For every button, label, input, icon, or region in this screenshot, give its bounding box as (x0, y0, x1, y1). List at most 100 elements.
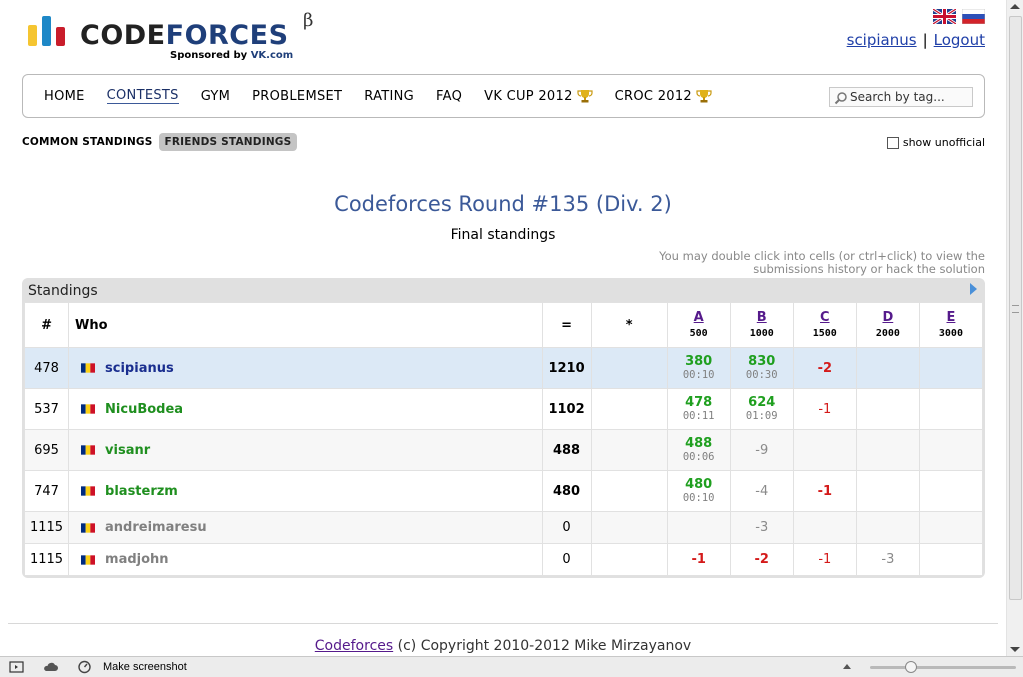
problem-cell[interactable]: -1 (666, 543, 731, 576)
english-flag-icon[interactable] (933, 9, 956, 24)
make-screenshot-button[interactable]: Make screenshot (103, 661, 187, 673)
vertical-scrollbar[interactable] (1006, 0, 1023, 656)
russian-flag-icon[interactable] (962, 9, 985, 24)
hacks-cell[interactable] (590, 429, 668, 471)
romania-flag-icon (81, 404, 96, 414)
show-unofficial-toggle[interactable]: show unofficial (886, 136, 985, 149)
menu-item-croc[interactable]: CROC 2012 (615, 88, 712, 104)
menu-item-faq[interactable]: FAQ (436, 88, 462, 104)
problem-cell[interactable]: -9 (729, 429, 794, 471)
problem-cell[interactable] (666, 511, 731, 544)
hacks-cell[interactable] (590, 470, 668, 512)
header-points: = (541, 302, 592, 348)
problem-cell[interactable] (855, 347, 920, 389)
problem-cell[interactable]: 478 00:11 (666, 388, 731, 430)
problem-time: 00:10 (682, 492, 715, 504)
problem-cell[interactable]: 488 00:06 (666, 429, 731, 471)
logout-link[interactable]: Logout (934, 31, 985, 49)
browser-page: CODEFORCES β Sponsored by VK.com scipian… (0, 0, 1023, 677)
problem-cell[interactable]: 380 00:10 (666, 347, 731, 389)
points-cell: 480 (541, 470, 592, 512)
problem-cell[interactable]: -1 (792, 543, 857, 576)
problem-cell[interactable]: 480 00:10 (666, 470, 731, 512)
problem-score: 488 (685, 436, 713, 451)
trophy-icon (696, 90, 712, 103)
codeforces-logo[interactable]: CODEFORCES β Sponsored by VK.com (26, 10, 326, 64)
problem-cell[interactable]: -2 (729, 543, 794, 576)
problem-cell[interactable] (855, 511, 920, 544)
show-unofficial-label: show unofficial (902, 136, 985, 149)
problem-cell[interactable]: -4 (729, 470, 794, 512)
problem-cell[interactable]: 830 00:30 (729, 347, 794, 389)
contest-title[interactable]: Codeforces Round #135 (Div. 2) (0, 192, 1006, 216)
problem-a-link[interactable]: A (694, 310, 704, 325)
participant-handle[interactable]: blasterzm (105, 484, 178, 499)
panel-toggle-icon[interactable] (9, 660, 24, 674)
problem-time: 00:30 (745, 369, 778, 381)
zoom-slider-track[interactable] (870, 666, 1016, 669)
problem-cell[interactable] (918, 543, 984, 576)
problem-cell[interactable] (918, 511, 984, 544)
problem-cell[interactable]: -3 (729, 511, 794, 544)
menu-item-home[interactable]: HOME (44, 88, 85, 104)
problem-cell[interactable] (918, 388, 984, 430)
hacks-cell[interactable] (590, 543, 668, 576)
problem-cell[interactable]: -2 (792, 347, 857, 389)
scroll-up-icon[interactable] (1010, 4, 1020, 9)
problem-c-link[interactable]: C (820, 310, 830, 325)
problem-cell[interactable]: -3 (855, 543, 920, 576)
zoom-menu-icon[interactable] (843, 664, 851, 669)
hacks-cell[interactable] (590, 511, 668, 544)
participant-handle[interactable]: visanr (105, 443, 150, 458)
scroll-down-icon[interactable] (1010, 647, 1020, 652)
footer-codeforces-link[interactable]: Codeforces (315, 638, 393, 654)
participant-handle[interactable]: NicuBodea (105, 402, 183, 417)
rank-cell: 478 (23, 347, 70, 389)
problem-cell[interactable] (792, 429, 857, 471)
hacks-cell[interactable] (590, 347, 668, 389)
footer: Codeforces (c) Copyright 2010-2012 Mike … (0, 638, 1006, 654)
problem-score: 830 (748, 354, 776, 369)
hacks-cell[interactable] (590, 388, 668, 430)
menu-item-rating[interactable]: RATING (364, 88, 414, 104)
problem-e-points: 3000 (938, 327, 963, 339)
menu-item-vk-cup[interactable]: VK CUP 2012 (484, 88, 593, 104)
points-cell: 1102 (541, 388, 592, 430)
menu-item-gym[interactable]: GYM (201, 88, 230, 104)
problem-cell[interactable] (918, 347, 984, 389)
problem-cell[interactable]: -1 (792, 470, 857, 512)
table-row: 1115 madjohn 0 -1 -2 -1 -3 (23, 543, 984, 576)
problem-cell[interactable] (792, 511, 857, 544)
problem-d-link[interactable]: D (882, 310, 893, 325)
problem-cell[interactable]: 624 01:09 (729, 388, 794, 430)
speed-dial-icon[interactable] (77, 660, 92, 674)
romania-flag-icon (81, 486, 96, 496)
participant-handle[interactable]: scipianus (105, 361, 174, 376)
standings-table: # Who = * A 500 B 1000 C 1500 D 2000 E 3000 4… (23, 302, 984, 576)
participant-handle[interactable]: andreimaresu (105, 520, 207, 535)
problem-cell[interactable] (855, 388, 920, 430)
expand-arrow-icon[interactable] (970, 283, 977, 295)
tab-friends-standings[interactable]: FRIENDS STANDINGS (158, 133, 298, 151)
table-row: 695 visanr 488 488 00:06 -9 (23, 429, 984, 471)
user-handle-link[interactable]: scipianus (847, 31, 917, 49)
problem-cell[interactable] (855, 429, 920, 471)
menu-label-rating: RATING (364, 88, 415, 104)
romania-flag-icon (81, 363, 96, 373)
problem-cell[interactable]: -1 (792, 388, 857, 430)
tab-common-standings[interactable]: COMMON STANDINGS (22, 133, 159, 151)
zoom-slider-knob[interactable] (905, 661, 917, 673)
menu-item-contests[interactable]: CONTESTS (106, 88, 179, 104)
show-unofficial-checkbox[interactable] (886, 136, 899, 149)
romania-flag-icon (81, 522, 96, 533)
cloud-icon[interactable] (43, 660, 58, 674)
participant-handle[interactable]: madjohn (105, 552, 169, 567)
tag-search-input[interactable]: Search by tag... (829, 87, 973, 107)
problem-cell[interactable] (918, 470, 984, 512)
problem-cell[interactable] (855, 470, 920, 512)
problem-e-link[interactable]: E (947, 310, 956, 325)
problem-cell[interactable] (918, 429, 984, 471)
problem-b-link[interactable]: B (757, 310, 767, 325)
problem-attempts: -1 (818, 552, 832, 567)
menu-item-problemset[interactable]: PROBLEMSET (252, 88, 342, 104)
